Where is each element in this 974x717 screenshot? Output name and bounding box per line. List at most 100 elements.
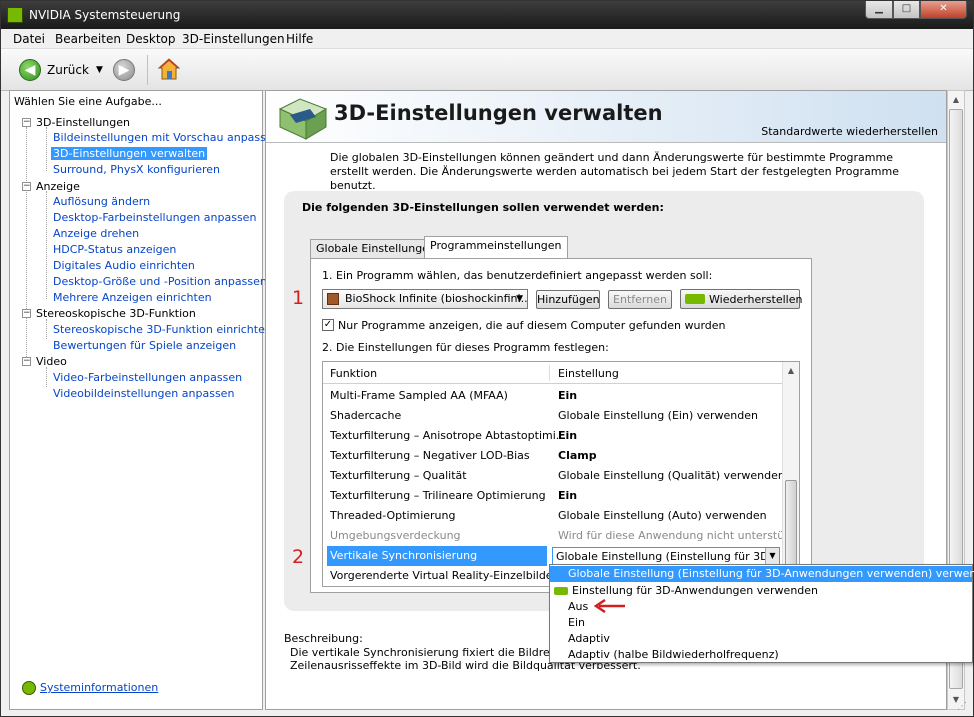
row-funktion: Vertikale Synchronisierung	[327, 546, 547, 566]
tree-item-video-farbe[interactable]: Video-Farbeinstellungen anpassen	[53, 371, 242, 384]
window-title: NVIDIA Systemsteuerung	[29, 8, 181, 22]
tree-item-audio[interactable]: Digitales Audio einrichten	[53, 259, 195, 272]
nvidia-icon	[685, 294, 705, 304]
history-dropdown-icon[interactable]: ▼	[96, 65, 103, 75]
row-funktion: Texturfilterung – Trilineare Optimierung	[330, 489, 546, 502]
chevron-down-icon: ▼	[516, 294, 523, 304]
tree-item-bewertungen[interactable]: Bewertungen für Spiele anzeigen	[53, 339, 236, 352]
row-einstellung: Ein	[558, 429, 578, 442]
tab-program-settings[interactable]: Programmeinstellungen	[424, 236, 568, 259]
tree-item-groesse[interactable]: Desktop-Größe und -Position anpassen	[53, 275, 267, 288]
remove-button[interactable]: Entfernen	[608, 290, 672, 309]
menu-datei[interactable]: Datei	[13, 32, 45, 46]
forward-arrow-icon[interactable]: ▶	[113, 59, 135, 81]
tab-global-settings[interactable]: Globale Einstellungen	[310, 239, 442, 259]
restore-button[interactable]: Wiederherstellen	[680, 289, 803, 309]
home-icon[interactable]	[157, 57, 181, 81]
row-einstellung: Ein	[558, 389, 578, 402]
restore-defaults-link[interactable]: Standardwerte wiederherstellen	[761, 125, 938, 138]
page-header: 3D-Einstellungen verwalten Standardwerte…	[266, 91, 946, 143]
menu-bar: Datei Bearbeiten Desktop 3D-Einstellunge…	[1, 29, 973, 49]
page-title: 3D-Einstellungen verwalten	[334, 101, 663, 125]
tree-item-hdcp[interactable]: HDCP-Status anzeigen	[53, 243, 176, 256]
installed-only-checkbox[interactable]: ✓	[322, 319, 334, 331]
column-funktion[interactable]: Funktion	[330, 367, 377, 380]
vsync-option-adaptiv[interactable]: Adaptiv	[550, 631, 972, 647]
chevron-down-icon[interactable]: ▼	[765, 548, 779, 565]
collapse-icon[interactable]: −	[22, 357, 31, 366]
marker-2: 2	[292, 546, 305, 568]
tree-group-video[interactable]: Video	[36, 355, 67, 368]
tree-item-mehrere[interactable]: Mehrere Anzeigen einrichten	[53, 291, 212, 304]
task-sidebar: Wählen Sie eine Aufgabe... − 3D-Einstell…	[9, 90, 280, 710]
vsync-option-ein[interactable]: Ein	[550, 615, 972, 631]
close-button[interactable]: ✕	[920, 1, 967, 19]
tree-group-anzeige[interactable]: Anzeige	[36, 180, 80, 193]
installed-only-label[interactable]: Nur Programme anzeigen, die auf diesem C…	[338, 319, 726, 332]
table-row[interactable]: Vertikale Synchronisierung Globale Einste…	[323, 546, 783, 566]
app-window: NVIDIA Systemsteuerung ▁ □ ✕ Datei Bearb…	[0, 0, 974, 717]
menu-3d-einstellungen[interactable]: 3D-Einstellungen	[182, 32, 285, 46]
collapse-icon[interactable]: −	[22, 182, 31, 191]
grid-scrollbar[interactable]: ▲ ▼	[782, 362, 799, 586]
row-funktion: Texturfilterung – Anisotrope Abtastoptim…	[330, 429, 567, 442]
tree-group-3d[interactable]: 3D-Einstellungen	[36, 116, 130, 129]
scroll-up-icon[interactable]: ▲	[783, 362, 799, 379]
system-info-label[interactable]: Systeminformationen	[40, 681, 158, 694]
info-icon	[22, 681, 36, 695]
collapse-icon[interactable]: −	[22, 309, 31, 318]
row-einstellung: Clamp	[558, 449, 597, 462]
vsync-option-global[interactable]: Globale Einstellung (Einstellung für 3D-…	[550, 566, 974, 582]
step2-label: 2. Die Einstellungen für dieses Programm…	[322, 341, 609, 354]
tree-item-farbeinstellungen[interactable]: Desktop-Farbeinstellungen anpassen	[53, 211, 256, 224]
tree-item-surround[interactable]: Surround, PhysX konfigurieren	[53, 163, 220, 176]
vsync-option-app[interactable]: Einstellung für 3D-Anwendungen verwenden	[550, 583, 972, 599]
row-funktion: Texturfilterung – Qualität	[330, 469, 467, 482]
tree-item-aufloesung[interactable]: Auflösung ändern	[53, 195, 150, 208]
table-row[interactable]: Multi-Frame Sampled AA (MFAA) Ein	[323, 386, 783, 406]
minimize-button[interactable]: ▁	[865, 1, 893, 19]
add-button[interactable]: Hinzufügen	[536, 290, 600, 309]
scroll-thumb[interactable]	[785, 480, 797, 568]
resize-grip-icon[interactable]: ⋰	[957, 701, 967, 712]
table-row[interactable]: Texturfilterung – Trilineare Optimierung…	[323, 486, 783, 506]
tree-item-stereo-einrichten[interactable]: Stereoskopische 3D-Funktion einrichten	[53, 323, 272, 336]
vsync-option-adaptiv-halb[interactable]: Adaptiv (halbe Bildwiederholfrequenz)	[550, 647, 972, 663]
tree-item-drehen[interactable]: Anzeige drehen	[53, 227, 139, 240]
tree-item-3d-verwalten[interactable]: 3D-Einstellungen verwalten	[51, 147, 208, 160]
table-row[interactable]: Threaded-Optimierung Globale Einstellung …	[323, 506, 783, 526]
program-select-value: BioShock Infinite (bioshockinfini...	[345, 292, 528, 305]
menu-desktop[interactable]: Desktop	[126, 32, 176, 46]
restore-button-label: Wiederherstellen	[709, 293, 803, 306]
program-select[interactable]: BioShock Infinite (bioshockinfini... ▼	[322, 289, 528, 309]
table-row[interactable]: Texturfilterung – Qualität Globale Einste…	[323, 466, 785, 486]
menu-bearbeiten[interactable]: Bearbeiten	[55, 32, 121, 46]
row-einstellung: Wird für diese Anwendung nicht unterstüt…	[558, 529, 799, 542]
grid-header: Funktion Einstellung	[323, 362, 783, 384]
tree-group-stereo[interactable]: Stereoskopische 3D-Funktion	[36, 307, 196, 320]
row-einstellung: Globale Einstellung (Auto) verwenden	[558, 509, 767, 522]
row-funktion: Multi-Frame Sampled AA (MFAA)	[330, 389, 508, 402]
table-row[interactable]: Texturfilterung – Anisotrope Abtastoptim…	[323, 426, 783, 446]
table-row[interactable]: Umgebungsverdeckung Wird für diese Anwend…	[323, 526, 799, 546]
row-einstellung: Globale Einstellung (Qualität) verwenden	[558, 469, 785, 482]
maximize-button[interactable]: □	[893, 1, 920, 19]
table-row[interactable]: Shadercache Globale Einstellung (Ein) ver…	[323, 406, 783, 426]
game-icon	[327, 293, 339, 305]
vsync-dropdown-list: Globale Einstellung (Einstellung für 3D-…	[549, 564, 974, 663]
vsync-option-app-label: Einstellung für 3D-Anwendungen verwenden	[572, 584, 819, 597]
back-button-label[interactable]: Zurück	[47, 63, 89, 77]
nvidia-app-icon	[7, 7, 23, 23]
column-einstellung[interactable]: Einstellung	[558, 367, 619, 380]
row-funktion: Threaded-Optimierung	[330, 509, 456, 522]
sidebar-heading: Wählen Sie eine Aufgabe...	[14, 95, 162, 108]
tree-item-bildeinstellungen[interactable]: Bildeinstellungen mit Vorschau anpassen	[53, 131, 280, 144]
row-funktion: Umgebungsverdeckung	[330, 529, 461, 542]
tree-item-videobild[interactable]: Videobildeinstellungen anpassen	[53, 387, 234, 400]
scroll-up-icon[interactable]: ▲	[948, 91, 964, 109]
back-arrow-icon[interactable]: ◀	[19, 59, 41, 81]
collapse-icon[interactable]: −	[22, 118, 31, 127]
table-row[interactable]: Texturfilterung – Negativer LOD-Bias Clam…	[323, 446, 783, 466]
settings-grid: Funktion Einstellung Multi-Frame Sampled…	[322, 361, 800, 587]
menu-hilfe[interactable]: Hilfe	[286, 32, 313, 46]
